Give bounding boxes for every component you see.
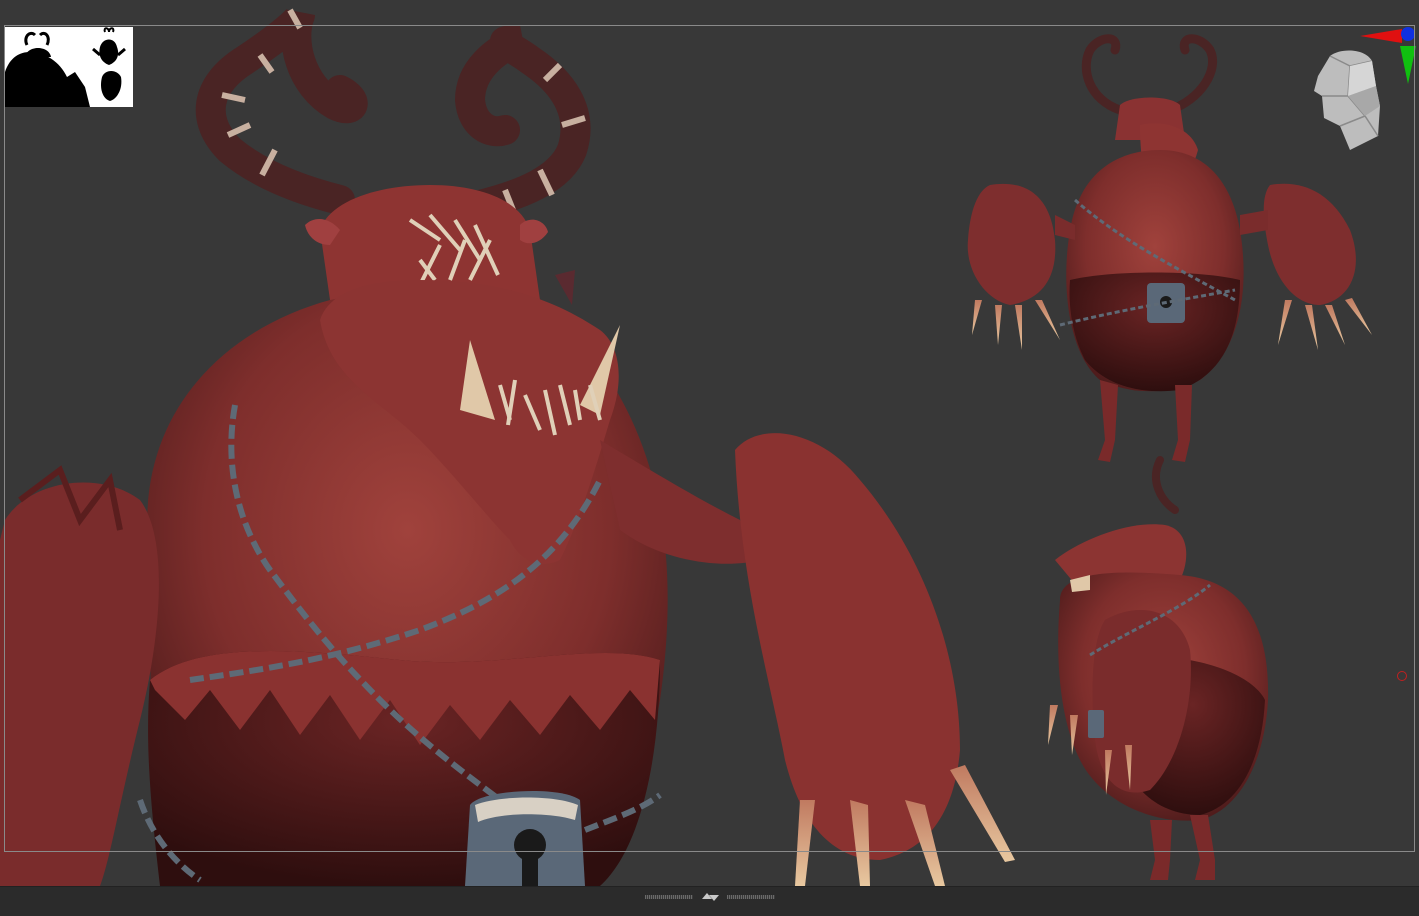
orientation-head-gizmo[interactable] bbox=[1310, 26, 1418, 152]
splitter-grip-right[interactable] bbox=[727, 895, 775, 899]
silhouette-thumbnail[interactable] bbox=[5, 27, 133, 107]
shelf-splitter[interactable] bbox=[645, 893, 775, 901]
padlock bbox=[465, 790, 585, 886]
expand-collapse-arrows-icon[interactable] bbox=[699, 891, 721, 903]
silhouette-icon bbox=[5, 27, 126, 107]
3d-viewport[interactable] bbox=[0, 0, 1419, 886]
left-horn bbox=[195, 7, 368, 215]
y-axis-arrow-icon bbox=[1400, 46, 1416, 84]
head-icon bbox=[1314, 50, 1380, 150]
bottom-shelf bbox=[0, 886, 1419, 916]
splitter-grip-left[interactable] bbox=[645, 895, 693, 899]
sculpt-scene[interactable] bbox=[0, 0, 1419, 886]
monster-front-closeup bbox=[0, 7, 1015, 886]
x-axis-arrow-icon bbox=[1360, 29, 1402, 43]
z-axis-dot-icon bbox=[1401, 27, 1415, 41]
red-circle-marker bbox=[1397, 671, 1407, 681]
monster-back-view bbox=[1048, 456, 1269, 880]
